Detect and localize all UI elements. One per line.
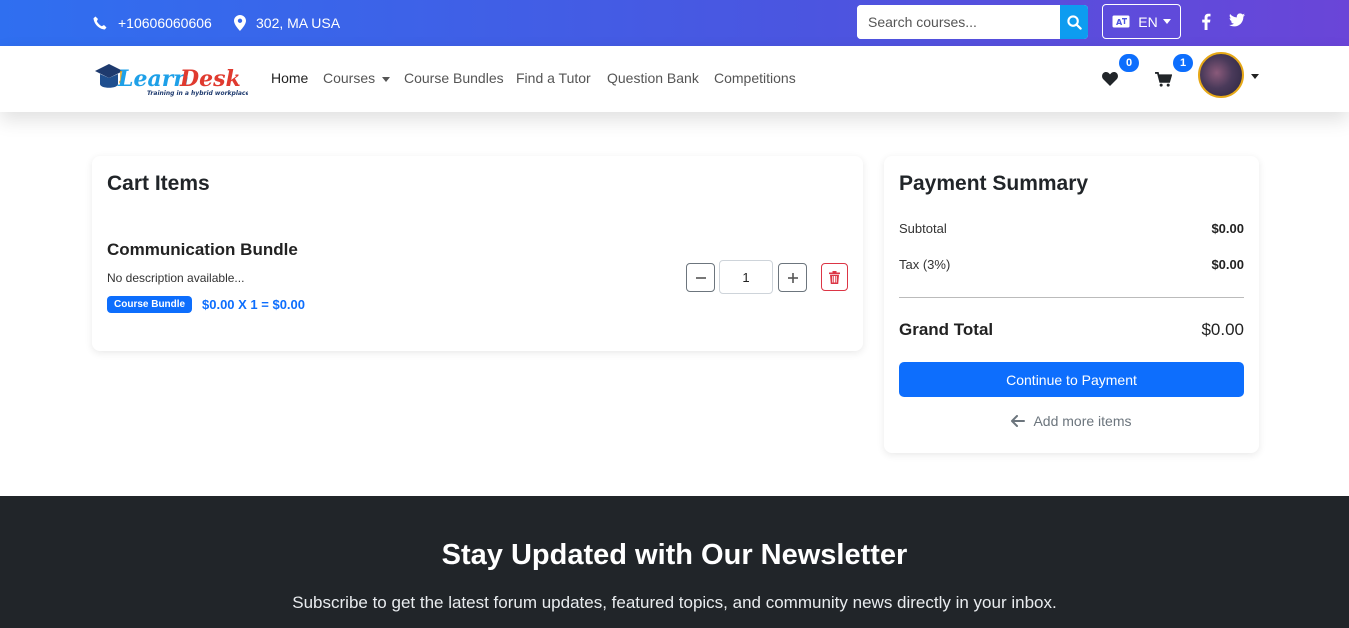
subtotal-label: Subtotal [899,221,947,236]
newsletter-title: Stay Updated with Our Newsletter [441,539,908,571]
tax-value: $0.00 [1211,257,1244,272]
summary-title: Payment Summary [899,172,1089,195]
subtotal-row: Subtotal $0.00 [899,221,1244,236]
item-type-badge: Course Bundle [107,296,193,313]
language-icon: A [1112,15,1130,28]
nav-link-courses-label: Courses [323,70,376,86]
search-button[interactable] [1060,5,1088,39]
cart-item-price-line: $0.00 X 1 = $0.00 [202,297,306,312]
wishlist-button[interactable] [1102,72,1118,91]
phone-contact[interactable]: +10606060606 [92,0,212,46]
top-bar: +10606060606 302, MA USA A EN [0,0,1349,46]
phone-icon [93,16,107,30]
avatar[interactable] [1198,52,1244,98]
tax-row: Tax (3%) $0.00 [899,257,1244,272]
increase-quantity-button[interactable] [778,263,807,292]
language-dropdown[interactable]: A EN [1102,4,1181,39]
nav-link-competitions[interactable]: Competitions [714,70,796,86]
chevron-down-icon [382,76,391,82]
cart-item-name: Communication Bundle [107,240,298,259]
language-label: EN [1138,13,1158,30]
twitter-link[interactable] [1229,13,1245,32]
wishlist-count-badge: 0 [1119,54,1139,72]
nav-link-course-bundles[interactable]: Course Bundles [404,70,504,86]
payment-summary-card: Payment Summary Subtotal $0.00 Tax (3%) … [884,156,1259,453]
add-more-items-link[interactable]: Add more items [884,413,1259,429]
newsletter-subtitle: Subscribe to get the latest forum update… [292,593,1057,612]
decrease-quantity-button[interactable] [686,263,715,292]
learndesk-logo[interactable]: Learn Desk Training in a hybrid workplac… [94,60,250,100]
main-navbar: Learn Desk Training in a hybrid workplac… [0,46,1349,112]
search-icon [1066,14,1082,30]
cart-icon [1155,72,1173,87]
svg-text:Learn: Learn [117,66,189,92]
grand-total-value: $0.00 [1201,320,1244,339]
chevron-down-icon [1162,19,1171,24]
nav-link-courses[interactable]: Courses [323,70,391,86]
twitter-icon [1229,13,1245,27]
remove-item-button[interactable] [821,263,848,291]
location-info: 302, MA USA [234,0,340,46]
chevron-down-icon[interactable] [1251,74,1259,79]
nav-link-home[interactable]: Home [271,70,308,86]
search-input[interactable] [857,5,1060,39]
search-form [857,5,1088,39]
svg-text:A: A [1116,18,1123,27]
summary-divider [899,297,1244,298]
cart-count-badge: 1 [1173,54,1193,72]
cart-items-card: Cart Items Communication Bundle No descr… [92,156,863,351]
facebook-icon [1202,13,1211,30]
cart-item-description: No description available... [107,271,245,285]
nav-link-question-bank[interactable]: Question Bank [607,70,699,86]
tax-label: Tax (3%) [899,257,951,272]
grand-total-row: Grand Total $0.00 [899,320,1244,340]
cart-button[interactable] [1155,72,1173,92]
minus-icon [695,276,706,279]
svg-text:Training in a hybrid workplace: Training in a hybrid workplace [147,90,248,97]
map-pin-icon [234,15,246,31]
cart-title: Cart Items [107,172,210,195]
facebook-link[interactable] [1201,13,1211,35]
add-more-items-label: Add more items [1033,413,1132,429]
newsletter-section: Stay Updated with Our Newsletter Subscri… [0,496,1349,628]
arrow-left-icon [1011,415,1026,427]
svg-text:Desk: Desk [179,66,241,92]
phone-number: +10606060606 [118,15,212,31]
trash-icon [829,270,840,284]
plus-icon [787,272,798,283]
nav-link-find-a-tutor[interactable]: Find a Tutor [516,70,591,86]
subtotal-value: $0.00 [1211,221,1244,236]
heart-icon [1102,72,1118,86]
continue-to-payment-button[interactable]: Continue to Payment [899,362,1244,397]
location-text: 302, MA USA [256,15,341,31]
grand-total-label: Grand Total [899,320,994,339]
quantity-input[interactable] [719,260,773,294]
